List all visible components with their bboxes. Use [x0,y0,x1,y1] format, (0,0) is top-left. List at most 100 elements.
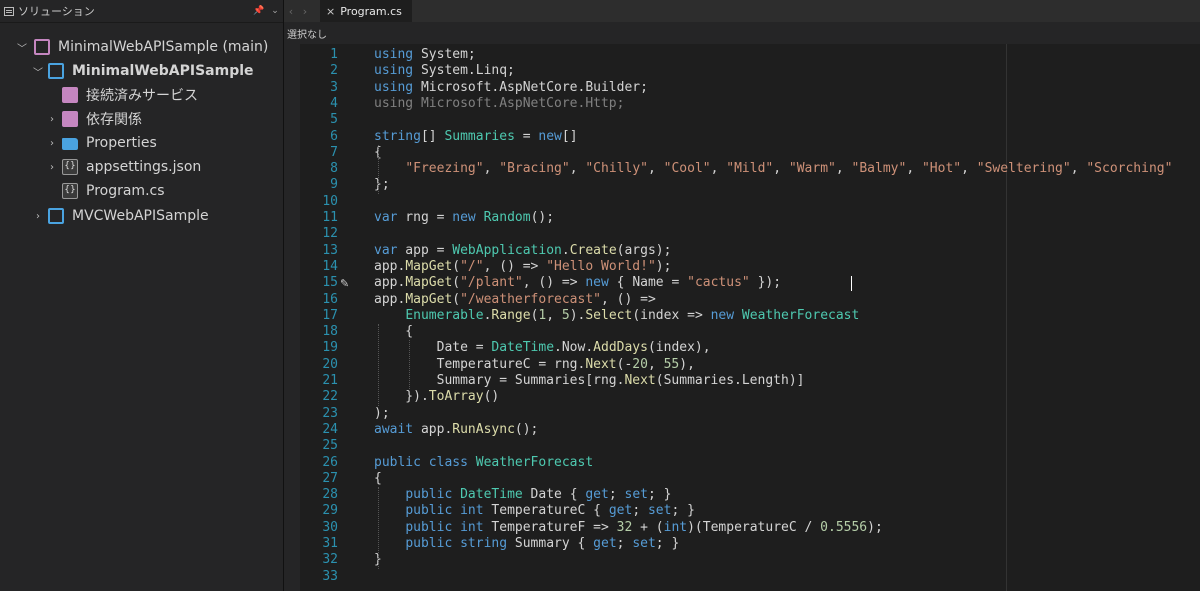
tree-item-label: Program.cs [86,183,165,199]
line-number: 3 [330,79,338,95]
solution-icon [34,39,50,55]
code-token: ); [867,519,883,535]
code-token: (Summaries.Length)] [655,373,805,388]
code-token: 0.5556 [820,519,868,535]
code-line[interactable]: "Freezing", "Bracing", "Chilly", "Cool",… [374,161,1172,177]
code-token: "Warm" [788,161,836,177]
tree-item-program-cs[interactable]: {} Program.cs [0,179,283,203]
line-number: 1 [330,47,338,62]
code-token: ; [616,536,633,551]
code-line[interactable]: { [374,471,382,487]
code-line[interactable]: string[] Summaries = new[] [374,129,578,145]
json-file-icon: {} [62,159,78,175]
line-number-gutter: 1 2 3 4 5 6 7 8 9 10 11 12 13 14 15 16 17 18 19 20 21 22 23 24 2… [300,44,346,591]
quick-action-icon[interactable]: ✎ [340,277,349,290]
tree-item-properties[interactable]: › Properties [0,131,283,155]
selection-dropdown[interactable]: 選択なし [287,26,327,41]
code-token: set [624,487,648,503]
code-token: , [710,161,727,177]
code-token: AddDays [593,340,648,356]
line-number: 28 [322,487,338,503]
code-line[interactable]: public int TemperatureF => 32 + (int)(Te… [374,519,883,536]
nav-back-icon[interactable]: ‹ [284,5,298,18]
line-number: 31 [322,536,338,551]
code-token: + ( [632,519,664,535]
code-line[interactable]: await app.RunAsync(); [374,422,538,438]
nav-forward-icon[interactable]: › [298,5,312,18]
code-token: Range [491,307,531,323]
tree-item-connected-services[interactable]: 接続済みサービス [0,83,283,107]
code-token: ; } [647,487,672,503]
code-editor[interactable]: 1 2 3 4 5 6 7 8 9 10 11 12 13 14 15 16 17 18 19 20 21 22 23 24 2… [284,44,1200,591]
code-token: app. [374,275,406,291]
chevron-down-icon[interactable]: ﹀ [32,64,44,79]
code-token: TemperatureC = rng. [374,356,586,372]
code-token: ; [608,487,625,503]
code-token: (); [514,421,539,437]
code-token: , [835,161,852,177]
tree-item-appsettings[interactable]: › {} appsettings.json [0,155,283,179]
code-line[interactable]: public DateTime Date { get; set; } [374,487,671,503]
chevron-right-icon[interactable]: › [46,162,58,173]
chevron-right-icon[interactable]: › [32,211,44,222]
code-token: .Now. [554,340,594,356]
chevron-right-icon[interactable]: › [46,114,58,125]
code-line[interactable]: }).ToArray() [374,389,499,405]
code-token: , () => [601,291,656,307]
code-line[interactable]: using System.Linq; [374,63,515,79]
code-line[interactable]: }; [374,177,390,193]
solution-explorer: ソリューション 📌 ⌄ ﹀ MinimalWebAPISample (main)… [0,0,283,591]
code-line[interactable]: app.MapGet("/", () => "Hello World!"); [374,259,671,275]
code-token: "/weatherforecast" [460,291,601,307]
code-line[interactable]: var rng = new Random(); [374,210,554,226]
code-line[interactable]: app.MapGet("/plant", () => new { Name = … [374,275,781,291]
code-token: app = [397,242,453,258]
code-token: new [585,275,609,291]
code-token: WeatherForecast [475,454,594,470]
code-line[interactable]: using Microsoft.AspNetCore.Http; [374,96,624,112]
code-line[interactable]: ); [374,406,390,422]
code-line[interactable]: Enumerable.Range(1, 5).Select(index => n… [374,308,859,324]
close-icon[interactable]: × [326,5,335,18]
code-token: System; [413,47,476,62]
code-line[interactable]: using Microsoft.AspNetCore.Builder; [374,80,648,96]
editor-tab-bar: ‹ › × Program.cs [284,0,1200,22]
chevron-down-icon[interactable]: ﹀ [16,40,28,55]
code-line[interactable]: Summary = Summaries[rng.Next(Summaries.L… [374,373,805,389]
code-token: "Scorching" [1086,161,1173,177]
code-token: new [538,128,562,144]
pin-icon[interactable]: 📌 [251,6,267,16]
code-line[interactable]: var app = WebApplication.Create(args); [374,243,671,259]
code-line[interactable]: public class WeatherForecast [374,455,593,471]
code-line[interactable]: TemperatureC = rng.Next(-20, 55), [374,357,695,373]
line-number: 7 [330,144,338,160]
code-token: using [374,47,414,62]
tree-item-project-mvc[interactable]: › MVCWebAPISample [0,204,283,228]
code-token: ); [374,405,390,421]
tree-item-dependencies[interactable]: › 依存関係 [0,107,283,131]
code-token: 5 [561,307,570,323]
code-token: new [710,307,735,323]
code-token: MapGet [405,291,453,307]
code-line[interactable]: public string Summary { get; set; } [374,536,679,552]
code-token: Random [483,210,531,225]
code-token: "Cool" [663,161,711,177]
code-line[interactable]: Date = DateTime.Now.AddDays(index), [374,340,711,356]
code-token: int [663,519,688,535]
chevron-right-icon[interactable]: › [46,138,58,149]
tree-item-project-minimal[interactable]: ﹀ MinimalWebAPISample [0,59,283,83]
code-token: app. [374,291,406,307]
indent-guide [409,340,411,390]
code-line[interactable]: app.MapGet("/weatherforecast", () => [374,292,656,308]
tree-item-solution[interactable]: ﹀ MinimalWebAPISample (main) [0,35,283,59]
tab-program-cs[interactable]: × Program.cs [320,0,412,22]
code-token: ; } [655,536,680,551]
navigation-bar[interactable]: 選択なし [284,22,1200,45]
code-line[interactable]: using System; [374,47,476,63]
code-line[interactable]: public int TemperatureC { get; set; } [374,503,695,519]
panel-menu-icon[interactable]: ⌄ [267,6,283,16]
code-line[interactable]: { [374,324,413,340]
